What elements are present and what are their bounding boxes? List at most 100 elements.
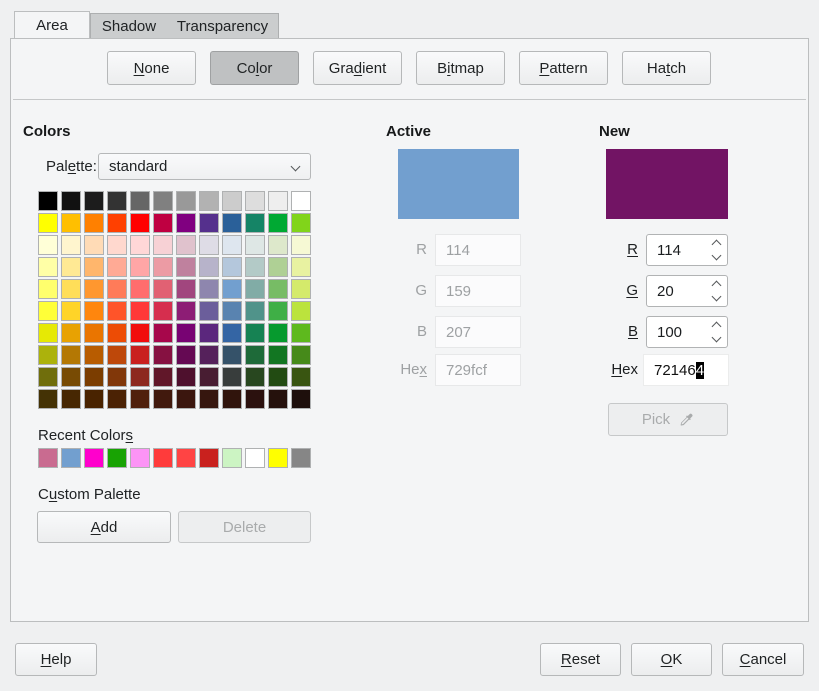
color-button[interactable]: Color — [210, 51, 299, 85]
ok-button[interactable]: OK — [631, 643, 712, 676]
recent-color-swatch[interactable] — [291, 448, 311, 468]
new-b-spinner[interactable]: 100 — [646, 316, 728, 348]
palette-swatch[interactable] — [291, 345, 311, 365]
palette-swatch[interactable] — [199, 191, 219, 211]
palette-swatch[interactable] — [291, 257, 311, 277]
palette-swatch[interactable] — [268, 235, 288, 255]
recent-color-swatch[interactable] — [107, 448, 127, 468]
palette-swatch[interactable] — [130, 389, 150, 409]
pattern-button[interactable]: Pattern — [519, 51, 608, 85]
palette-swatch[interactable] — [245, 279, 265, 299]
palette-swatch[interactable] — [61, 301, 81, 321]
palette-swatch[interactable] — [130, 323, 150, 343]
gradient-button[interactable]: Gradient — [313, 51, 402, 85]
palette-swatch[interactable] — [176, 235, 196, 255]
new-r-spinner[interactable]: 114 — [646, 234, 728, 266]
palette-swatch[interactable] — [245, 191, 265, 211]
palette-swatch[interactable] — [61, 257, 81, 277]
palette-swatch[interactable] — [107, 323, 127, 343]
palette-swatch[interactable] — [38, 345, 58, 365]
palette-swatch[interactable] — [268, 301, 288, 321]
palette-swatch[interactable] — [38, 257, 58, 277]
delete-button[interactable]: Delete — [178, 511, 311, 543]
palette-swatch[interactable] — [222, 257, 242, 277]
tab-area[interactable]: Area — [14, 11, 90, 38]
recent-color-swatch[interactable] — [84, 448, 104, 468]
palette-swatch[interactable] — [222, 301, 242, 321]
spin-down-icon[interactable] — [712, 251, 722, 261]
palette-swatch[interactable] — [222, 191, 242, 211]
palette-swatch[interactable] — [107, 235, 127, 255]
palette-swatch[interactable] — [176, 367, 196, 387]
palette-swatch[interactable] — [268, 367, 288, 387]
palette-swatch[interactable] — [222, 235, 242, 255]
palette-swatch[interactable] — [38, 323, 58, 343]
palette-swatch[interactable] — [176, 191, 196, 211]
palette-swatch[interactable] — [245, 323, 265, 343]
palette-swatch[interactable] — [153, 279, 173, 299]
palette-swatch[interactable] — [291, 213, 311, 233]
cancel-button[interactable]: Cancel — [722, 643, 804, 676]
palette-swatch[interactable] — [153, 323, 173, 343]
palette-swatch[interactable] — [153, 301, 173, 321]
reset-button[interactable]: Reset — [540, 643, 621, 676]
palette-swatch[interactable] — [199, 257, 219, 277]
recent-color-swatch[interactable] — [153, 448, 173, 468]
palette-swatch[interactable] — [130, 191, 150, 211]
palette-swatch[interactable] — [130, 257, 150, 277]
palette-swatch[interactable] — [130, 345, 150, 365]
palette-swatch[interactable] — [199, 213, 219, 233]
palette-swatch[interactable] — [176, 301, 196, 321]
bitmap-button[interactable]: Bitmap — [416, 51, 505, 85]
palette-swatch[interactable] — [268, 213, 288, 233]
palette-swatch[interactable] — [291, 301, 311, 321]
recent-color-swatch[interactable] — [61, 448, 81, 468]
palette-swatch[interactable] — [291, 235, 311, 255]
palette-swatch[interactable] — [107, 213, 127, 233]
new-g-spinner[interactable]: 20 — [646, 275, 728, 307]
palette-swatch[interactable] — [107, 389, 127, 409]
palette-swatch[interactable] — [176, 389, 196, 409]
palette-swatch[interactable] — [199, 279, 219, 299]
help-button[interactable]: Help — [15, 643, 97, 676]
palette-swatch[interactable] — [222, 213, 242, 233]
palette-swatch[interactable] — [130, 301, 150, 321]
palette-swatch[interactable] — [84, 367, 104, 387]
palette-swatch[interactable] — [291, 389, 311, 409]
spin-down-icon[interactable] — [712, 292, 722, 302]
palette-swatch[interactable] — [61, 191, 81, 211]
palette-swatch[interactable] — [153, 257, 173, 277]
palette-swatch[interactable] — [245, 257, 265, 277]
palette-swatch[interactable] — [291, 279, 311, 299]
palette-swatch[interactable] — [107, 367, 127, 387]
tab-transparency[interactable]: Transparency — [167, 14, 278, 38]
spin-up-icon[interactable] — [712, 281, 722, 291]
palette-swatch[interactable] — [199, 345, 219, 365]
palette-swatch[interactable] — [291, 323, 311, 343]
recent-color-swatch[interactable] — [222, 448, 242, 468]
palette-swatch[interactable] — [130, 213, 150, 233]
palette-swatch[interactable] — [153, 191, 173, 211]
palette-swatch[interactable] — [107, 345, 127, 365]
palette-swatch[interactable] — [84, 323, 104, 343]
palette-swatch[interactable] — [130, 235, 150, 255]
palette-swatch[interactable] — [107, 191, 127, 211]
spin-up-icon[interactable] — [712, 322, 722, 332]
palette-swatch[interactable] — [38, 191, 58, 211]
palette-swatch[interactable] — [84, 235, 104, 255]
palette-swatch[interactable] — [84, 257, 104, 277]
palette-swatch[interactable] — [107, 257, 127, 277]
palette-swatch[interactable] — [222, 323, 242, 343]
palette-swatch[interactable] — [176, 279, 196, 299]
hatch-button[interactable]: Hatch — [622, 51, 711, 85]
tab-shadow[interactable]: Shadow — [91, 14, 167, 38]
palette-swatch[interactable] — [84, 213, 104, 233]
palette-swatch[interactable] — [268, 345, 288, 365]
palette-swatch[interactable] — [199, 323, 219, 343]
recent-color-swatch[interactable] — [38, 448, 58, 468]
palette-swatch[interactable] — [84, 345, 104, 365]
spin-up-icon[interactable] — [712, 240, 722, 250]
palette-swatch[interactable] — [291, 191, 311, 211]
palette-swatch[interactable] — [245, 235, 265, 255]
palette-swatch[interactable] — [199, 301, 219, 321]
